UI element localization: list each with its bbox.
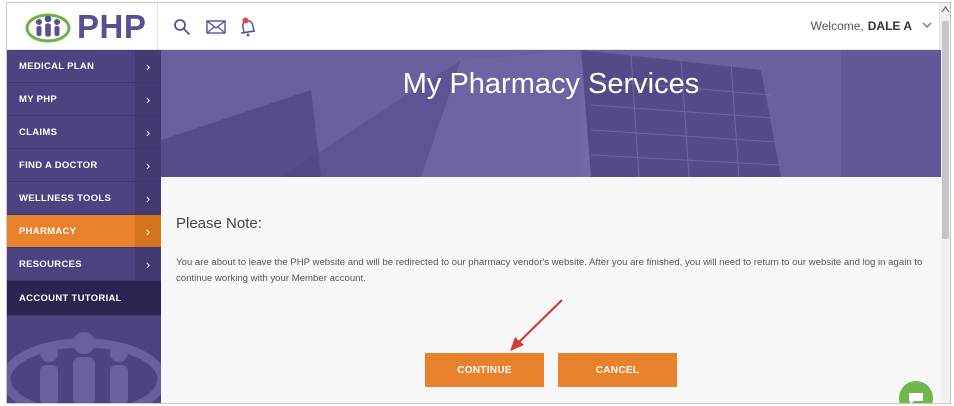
topbar-divider bbox=[157, 3, 158, 50]
sidebar-item-pharmacy[interactable]: PHARMACY › bbox=[7, 215, 161, 248]
cancel-button[interactable]: CANCEL bbox=[558, 353, 677, 387]
sidebar-item-account-tutorial[interactable]: ACCOUNT TUTORIAL bbox=[7, 281, 161, 316]
sidebar-item-label: MY PHP bbox=[19, 93, 58, 105]
search-icon[interactable] bbox=[171, 16, 193, 38]
sidebar-watermark-graphic bbox=[7, 332, 161, 403]
sidebar-item-label: ACCOUNT TUTORIAL bbox=[19, 292, 122, 304]
bell-icon[interactable] bbox=[237, 16, 259, 38]
browser-frame: PHP Welcome, DALE A MEDICAL PLAN › MY PH… bbox=[6, 2, 951, 404]
logo-text: PHP bbox=[77, 8, 147, 45]
hero-banner: My Pharmacy Services bbox=[161, 50, 941, 177]
chevron-down-icon bbox=[922, 20, 932, 32]
annotation-arrow-icon bbox=[510, 299, 563, 351]
php-logo[interactable]: PHP bbox=[25, 8, 147, 45]
chevron-right-icon[interactable]: › bbox=[135, 83, 161, 115]
sidebar-item-label: RESOURCES bbox=[19, 258, 82, 270]
sidebar-item-wellness-tools[interactable]: WELLNESS TOOLS › bbox=[7, 182, 161, 215]
chevron-right-icon[interactable]: › bbox=[135, 50, 161, 82]
welcome-prefix: Welcome, bbox=[810, 19, 864, 33]
main-content: Please Note: You are about to leave the … bbox=[161, 177, 941, 403]
php-logo-icon bbox=[25, 13, 71, 43]
sidebar-item-claims[interactable]: CLAIMS › bbox=[7, 116, 161, 149]
sidebar-item-label: CLAIMS bbox=[19, 126, 58, 138]
chevron-right-icon[interactable]: › bbox=[135, 116, 161, 148]
welcome-menu[interactable]: Welcome, DALE A bbox=[811, 19, 932, 33]
chevron-right-icon[interactable]: › bbox=[135, 149, 161, 181]
sidebar-nav: MEDICAL PLAN › MY PHP › CLAIMS › FIND A … bbox=[7, 50, 161, 403]
continue-button[interactable]: CONTINUE bbox=[425, 353, 544, 387]
note-message: You are about to leave the PHP website a… bbox=[176, 257, 923, 284]
sidebar-item-label: FIND A DOCTOR bbox=[19, 159, 98, 171]
chevron-right-icon[interactable]: › bbox=[135, 182, 161, 214]
sidebar-item-medical-plan[interactable]: MEDICAL PLAN › bbox=[7, 50, 161, 83]
note-heading: Please Note: bbox=[176, 215, 262, 232]
scroll-up-icon[interactable] bbox=[941, 5, 950, 15]
sidebar-item-find-a-doctor[interactable]: FIND A DOCTOR › bbox=[7, 149, 161, 182]
top-bar: PHP Welcome, DALE A bbox=[7, 3, 950, 50]
mail-icon[interactable] bbox=[205, 16, 227, 38]
sidebar-item-label: PHARMACY bbox=[19, 225, 77, 237]
chevron-right-icon[interactable]: › bbox=[135, 215, 161, 247]
chat-icon[interactable] bbox=[899, 381, 933, 403]
sidebar-item-label: MEDICAL PLAN bbox=[19, 60, 95, 72]
scrollbar-thumb[interactable] bbox=[942, 21, 949, 239]
user-name: DALE A bbox=[867, 19, 912, 33]
notification-dot bbox=[242, 17, 249, 24]
sidebar-item-label: WELLNESS TOOLS bbox=[19, 192, 112, 204]
chevron-right-icon[interactable]: › bbox=[135, 248, 161, 280]
sidebar-item-my-php[interactable]: MY PHP › bbox=[7, 83, 161, 116]
page-title: My Pharmacy Services bbox=[402, 68, 700, 100]
sidebar-item-resources[interactable]: RESOURCES › bbox=[7, 248, 161, 281]
